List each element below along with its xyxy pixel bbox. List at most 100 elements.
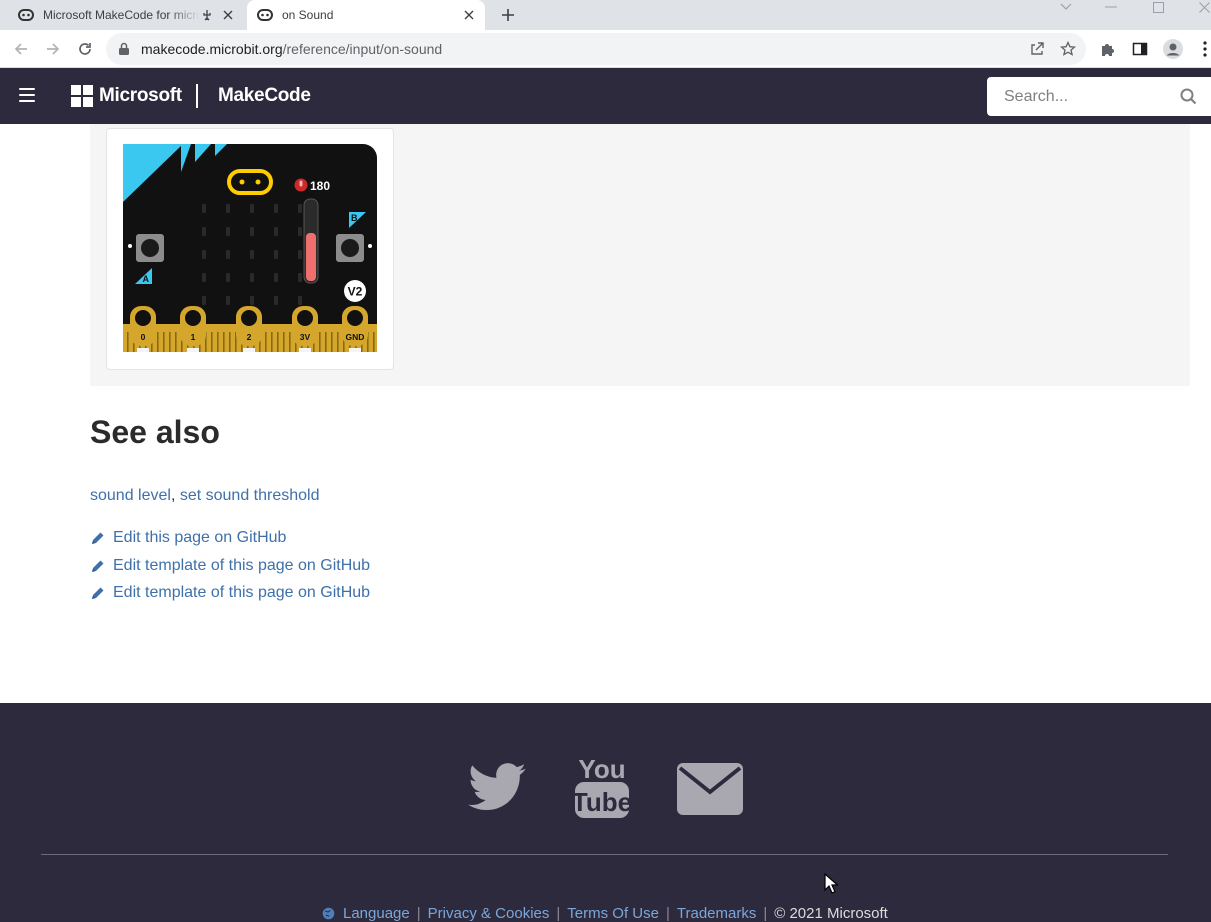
edge-tooth — [229, 332, 231, 352]
share-icon[interactable] — [1028, 40, 1046, 58]
footer-separator: | — [665, 905, 670, 922]
youtube-icon[interactable]: You Tube — [573, 751, 631, 821]
makecode-favicon-icon — [18, 7, 34, 23]
minimize-icon — [1105, 6, 1117, 8]
copyright-text: © 2021 Microsoft — [774, 905, 888, 922]
footer-separator: | — [763, 905, 768, 922]
see-also-links: sound level, set sound threshold — [90, 487, 320, 505]
led — [202, 227, 206, 236]
url-host: makecode.microbit.org — [141, 41, 283, 57]
button-b[interactable] — [341, 239, 359, 257]
led — [250, 273, 254, 282]
pin-tab — [243, 348, 255, 352]
see-also-heading: See also — [90, 414, 220, 450]
pencil-icon — [90, 558, 106, 574]
header-divider — [196, 84, 198, 108]
hamburger-menu-icon[interactable] — [19, 88, 35, 102]
led — [226, 227, 230, 236]
extensions-puzzle-icon[interactable] — [1099, 40, 1117, 58]
microbit-board[interactable]: 180 A B V2 0 1 2 3V GND — [123, 144, 377, 352]
youtube-logo-top: You — [578, 754, 625, 784]
edge-tooth — [325, 332, 327, 352]
led — [202, 273, 206, 282]
edge-tooth — [265, 332, 267, 352]
close-tab-icon[interactable] — [461, 7, 477, 23]
maximize-button[interactable] — [1147, 0, 1169, 14]
email-icon[interactable] — [676, 762, 744, 815]
makecode-brand-text[interactable]: MakeCode — [218, 85, 311, 107]
button-b-label: B — [351, 213, 358, 223]
browser-tab-makecode[interactable]: Microsoft MakeCode for micro:bit — [8, 0, 244, 30]
lock-icon[interactable] — [118, 42, 130, 61]
edge-tooth — [373, 332, 375, 352]
edit-template-github-link[interactable]: Edit template of this page on GitHub — [90, 557, 370, 575]
browser-menu-kebab-icon[interactable] — [1196, 40, 1211, 58]
set-sound-threshold-link[interactable]: set sound threshold — [180, 487, 320, 504]
edge-tooth — [175, 332, 177, 352]
close-tab-icon[interactable] — [220, 7, 236, 23]
edge-tooth — [163, 332, 165, 352]
led — [274, 296, 278, 305]
edge-tooth — [319, 332, 321, 352]
edit-template-github-link[interactable]: Edit template of this page on GitHub — [90, 584, 370, 602]
privacy-cookies-link[interactable]: Privacy & Cookies — [428, 905, 550, 922]
back-button[interactable] — [11, 39, 31, 59]
edge-tooth — [223, 332, 225, 352]
pin-hole — [185, 310, 201, 326]
usb-audio-icon[interactable] — [200, 8, 214, 22]
profile-avatar-icon[interactable] — [1162, 38, 1184, 60]
pencil-icon — [90, 530, 106, 546]
led — [226, 296, 230, 305]
tab-title: on Sound — [282, 8, 334, 22]
language-link[interactable]: Language — [343, 905, 410, 922]
tab-title: Microsoft MakeCode for micro:bit — [43, 8, 200, 22]
twitter-icon[interactable] — [468, 761, 526, 813]
led — [274, 250, 278, 259]
close-icon — [1198, 1, 1210, 13]
close-window-button[interactable] — [1193, 0, 1211, 14]
youtube-logo-bottom: Tube — [573, 787, 631, 817]
search-icon[interactable] — [1180, 88, 1197, 110]
sound-level-fill — [306, 233, 316, 281]
edge-tooth — [157, 332, 159, 352]
terms-of-use-link[interactable]: Terms Of Use — [567, 905, 659, 922]
pin-tab — [137, 348, 149, 352]
led — [226, 204, 230, 213]
url-text[interactable]: makecode.microbit.org/reference/input/on… — [141, 41, 442, 57]
button-a[interactable] — [141, 239, 159, 257]
address-bar[interactable]: makecode.microbit.org/reference/input/on… — [106, 33, 1086, 65]
reload-icon — [79, 43, 91, 55]
edit-template-github-text[interactable]: Edit template of this page on GitHub — [113, 557, 370, 575]
pin-tab — [187, 348, 199, 352]
led — [298, 273, 302, 282]
edit-page-github-link[interactable]: Edit this page on GitHub — [90, 529, 286, 547]
sound-level-link[interactable]: sound level — [90, 487, 171, 504]
globe-icon — [322, 907, 335, 920]
tab-search-button[interactable] — [1055, 0, 1077, 14]
browser-tab-on-sound[interactable]: on Sound — [247, 0, 485, 30]
edge-tooth — [283, 332, 285, 352]
new-tab-button[interactable] — [498, 6, 518, 24]
trademarks-link[interactable]: Trademarks — [677, 905, 756, 922]
edge-tooth — [271, 332, 273, 352]
edge-tooth — [127, 332, 129, 352]
footer-separator: | — [556, 905, 561, 922]
reload-button[interactable] — [75, 39, 95, 59]
edit-page-github-text[interactable]: Edit this page on GitHub — [113, 529, 286, 547]
led — [250, 250, 254, 259]
edge-tooth — [289, 332, 291, 352]
pencil-icon — [90, 585, 106, 601]
search-input[interactable] — [987, 77, 1177, 116]
edit-template-github-text[interactable]: Edit template of this page on GitHub — [113, 584, 370, 602]
led — [202, 204, 206, 213]
microsoft-logo-icon[interactable] — [71, 85, 93, 107]
minimize-button[interactable] — [1100, 0, 1122, 14]
pin-hole — [241, 310, 257, 326]
forward-button[interactable] — [43, 39, 63, 59]
microsoft-brand-text[interactable]: Microsoft — [99, 85, 182, 107]
side-panel-icon[interactable] — [1131, 40, 1149, 58]
bookmark-star-icon[interactable] — [1059, 40, 1077, 58]
sound-level-value: 180 — [310, 179, 330, 193]
link-separator: , — [170, 487, 180, 504]
makecode-favicon-icon — [257, 7, 273, 23]
